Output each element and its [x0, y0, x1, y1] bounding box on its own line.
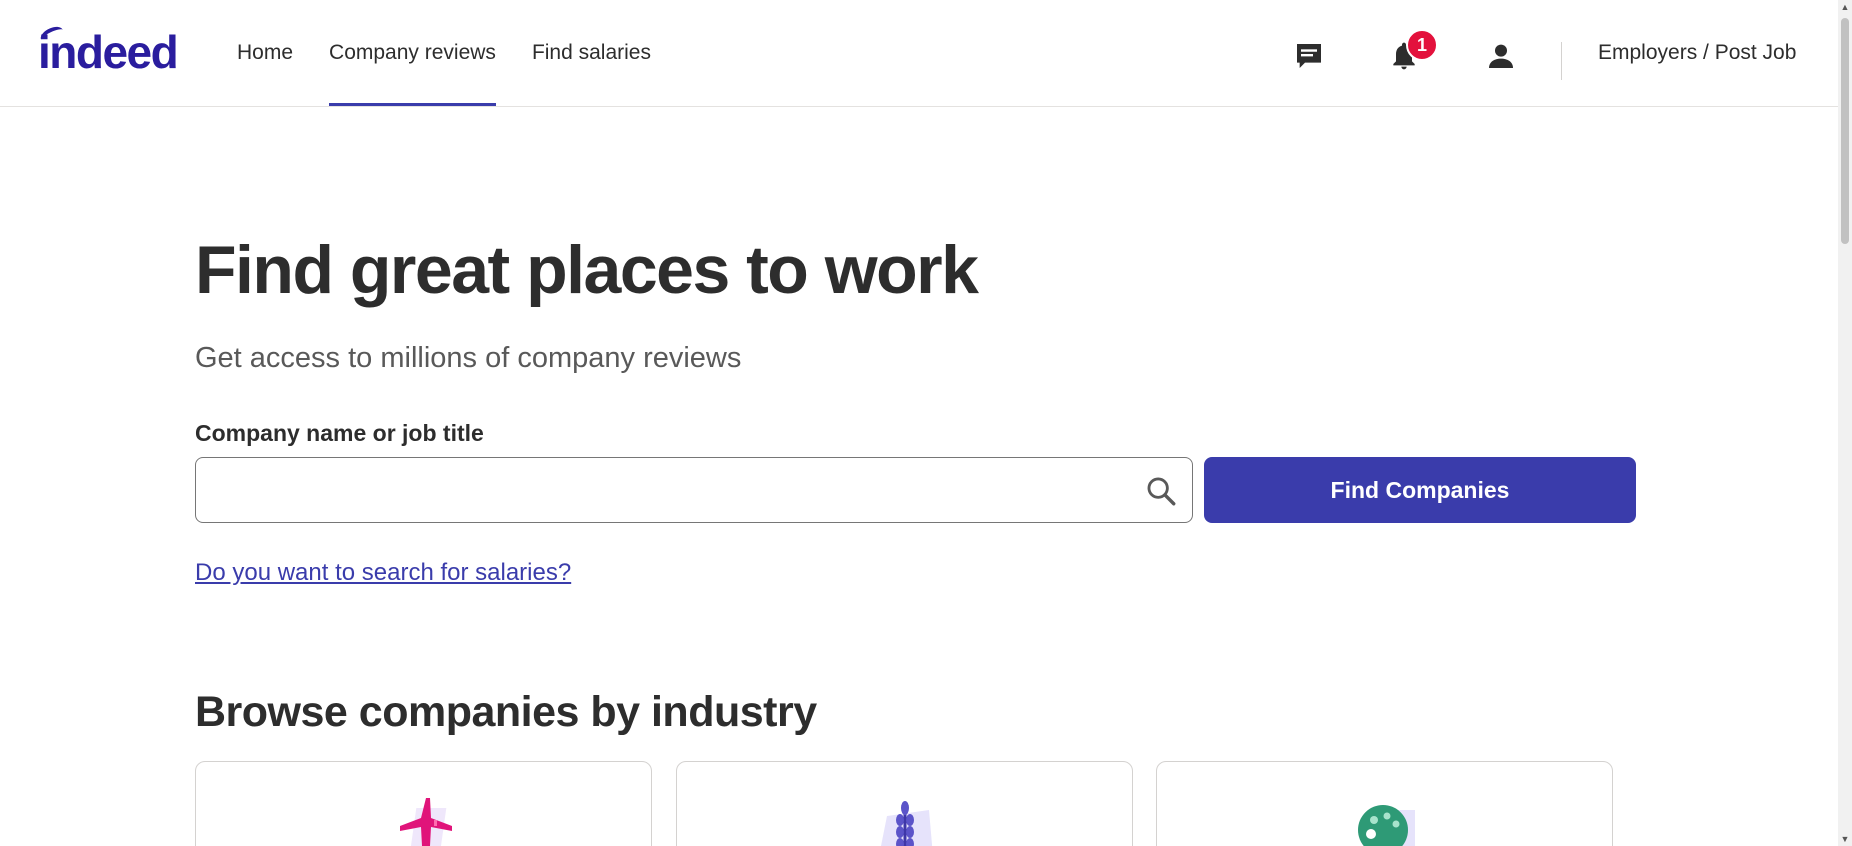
nav-find-salaries-label: Find salaries [531, 41, 651, 64]
notification-badge: 1 [1406, 29, 1438, 61]
indeed-logo[interactable]: indeed [38, 22, 179, 82]
page-subtitle: Get access to millions of company review… [195, 342, 742, 374]
nav-home-label: Home [237, 41, 294, 64]
company-search-box [195, 457, 1193, 523]
messages-icon[interactable] [1291, 38, 1327, 74]
palette-icon [1347, 796, 1423, 846]
account-icon[interactable] [1483, 38, 1519, 74]
top-header: indeed Home Company reviews Find salarie… [0, 0, 1838, 107]
search-salaries-link[interactable]: Do you want to search for salaries? [195, 557, 571, 589]
industry-card[interactable] [1156, 761, 1613, 846]
scroll-thumb[interactable] [1841, 18, 1849, 244]
search-field-label: Company name or job title [195, 420, 484, 446]
nav-company-reviews-label: Company reviews [329, 41, 496, 64]
industry-card[interactable] [676, 761, 1133, 846]
main-nav: Home Company reviews Find salaries [237, 0, 687, 106]
find-companies-button[interactable]: Find Companies [1204, 457, 1636, 523]
industry-card[interactable] [195, 761, 652, 846]
scroll-up-arrow-icon[interactable]: ▲ [1838, 0, 1852, 14]
browse-industry-heading: Browse companies by industry [195, 688, 817, 736]
company-search-input[interactable] [210, 458, 1110, 522]
scroll-down-arrow-icon[interactable]: ▼ [1838, 832, 1852, 846]
nav-company-reviews[interactable]: Company reviews [329, 0, 496, 106]
page-title: Find great places to work [195, 232, 979, 308]
employers-post-job-link[interactable]: Employers / Post Job [1598, 0, 1796, 106]
wheat-icon [867, 796, 943, 846]
nav-home[interactable]: Home [237, 0, 293, 106]
page-scrollbar[interactable]: ▲ ▼ [1838, 0, 1852, 846]
airplane-icon [386, 796, 462, 846]
search-icon[interactable] [1144, 474, 1178, 508]
header-divider [1561, 42, 1562, 80]
nav-find-salaries[interactable]: Find salaries [532, 0, 651, 106]
